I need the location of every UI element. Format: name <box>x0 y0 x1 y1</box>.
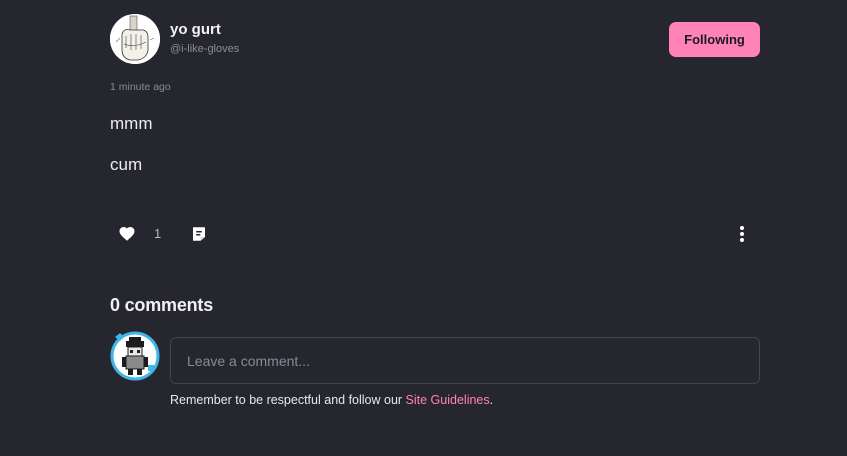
pixel-character-avatar-icon <box>110 331 160 381</box>
post-body-line-1: mmm <box>110 114 153 133</box>
guidelines-prefix: Remember to be respectful and follow our <box>170 393 406 407</box>
post-timestamp: 1 minute ago <box>110 81 171 93</box>
comment-input[interactable] <box>170 337 760 384</box>
more-vertical-icon[interactable] <box>736 225 748 243</box>
post-page: yo gurt @i-like-gloves Following 1 minut… <box>0 0 847 456</box>
current-user-avatar[interactable] <box>110 331 160 381</box>
post-actions: 1 <box>110 220 760 248</box>
author-handle[interactable]: @i-like-gloves <box>170 43 239 55</box>
post-body-line-2: cum <box>110 155 143 174</box>
guidelines-suffix: . <box>489 393 494 407</box>
glove-drawing-icon <box>110 14 160 64</box>
comments-heading: 0 comments <box>110 295 214 315</box>
like-count: 1 <box>154 226 162 241</box>
following-button[interactable]: Following <box>669 22 760 57</box>
author-avatar[interactable] <box>110 14 160 64</box>
post-header: yo gurt @i-like-gloves Following <box>110 14 760 64</box>
guidelines-note: Remember to be respectful and follow our… <box>170 393 493 407</box>
reblog-icon[interactable] <box>190 225 208 243</box>
site-guidelines-link[interactable]: Site Guidelines <box>406 393 490 407</box>
heart-icon[interactable] <box>118 225 136 243</box>
author-display-name[interactable]: yo gurt <box>170 21 221 38</box>
